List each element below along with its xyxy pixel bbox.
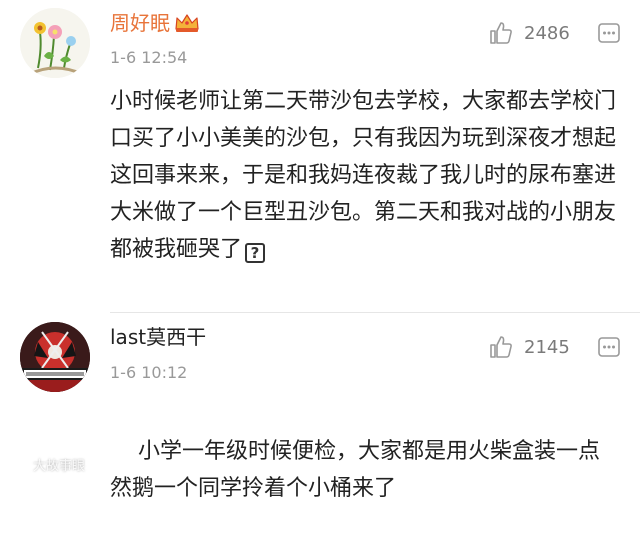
like-button[interactable]: 2486 bbox=[488, 19, 570, 47]
more-options-button[interactable] bbox=[597, 335, 621, 359]
more-options-icon bbox=[598, 337, 620, 357]
more-options-icon bbox=[598, 23, 620, 43]
question-emoji-icon: ? bbox=[245, 243, 266, 263]
username[interactable]: last莫西干 bbox=[110, 325, 206, 349]
comment-body: 小时候老师让第二天带沙包去学校，大家都去学校门口买了小小美美的沙包，只有我因为玩… bbox=[110, 89, 617, 262]
comment-timestamp: 1-6 12:54 bbox=[110, 48, 188, 67]
more-options-button[interactable] bbox=[597, 21, 621, 45]
comment-text: 小学一年级时候便检，大家都是用火柴盒装一点 然鹅一个同学拎着个小桶来了 bbox=[110, 396, 618, 544]
username-text[interactable]: 周好眠 bbox=[110, 11, 170, 35]
thumbs-up-icon bbox=[490, 336, 512, 358]
comment-timestamp: 1-6 10:12 bbox=[110, 363, 188, 382]
watermark-text: 大故事眼 bbox=[33, 459, 86, 474]
comment-item: last莫西干 1-6 10:12 2145 小学一年级时候便检，大家都是用火柴… bbox=[0, 312, 640, 501]
mohawk-avatar-icon bbox=[20, 322, 90, 392]
username-text[interactable]: last莫西干 bbox=[110, 325, 206, 349]
thumbs-up-icon bbox=[490, 22, 512, 44]
like-button[interactable]: 2145 bbox=[488, 333, 570, 361]
avatar[interactable] bbox=[20, 8, 90, 78]
weibo-icon bbox=[8, 457, 28, 473]
watermark: 大故事眼 bbox=[8, 455, 85, 474]
avatar[interactable] bbox=[20, 322, 90, 392]
crown-icon bbox=[175, 14, 199, 32]
flower-avatar-icon bbox=[20, 8, 90, 78]
comment-text: 小时候老师让第二天带沙包去学校，大家都去学校门口买了小小美美的沙包，只有我因为玩… bbox=[110, 83, 618, 268]
comment-body: 小学一年级时候便检，大家都是用火柴盒装一点 然鹅一个同学拎着个小桶来了 bbox=[110, 439, 614, 501]
username[interactable]: 周好眠 bbox=[110, 11, 200, 35]
like-count: 2145 bbox=[524, 336, 570, 358]
like-count: 2486 bbox=[524, 22, 570, 44]
comment-item: 周好眠 1-6 12:54 2486 小时候老师让第二天带沙包去学校，大家都去学… bbox=[0, 0, 640, 320]
